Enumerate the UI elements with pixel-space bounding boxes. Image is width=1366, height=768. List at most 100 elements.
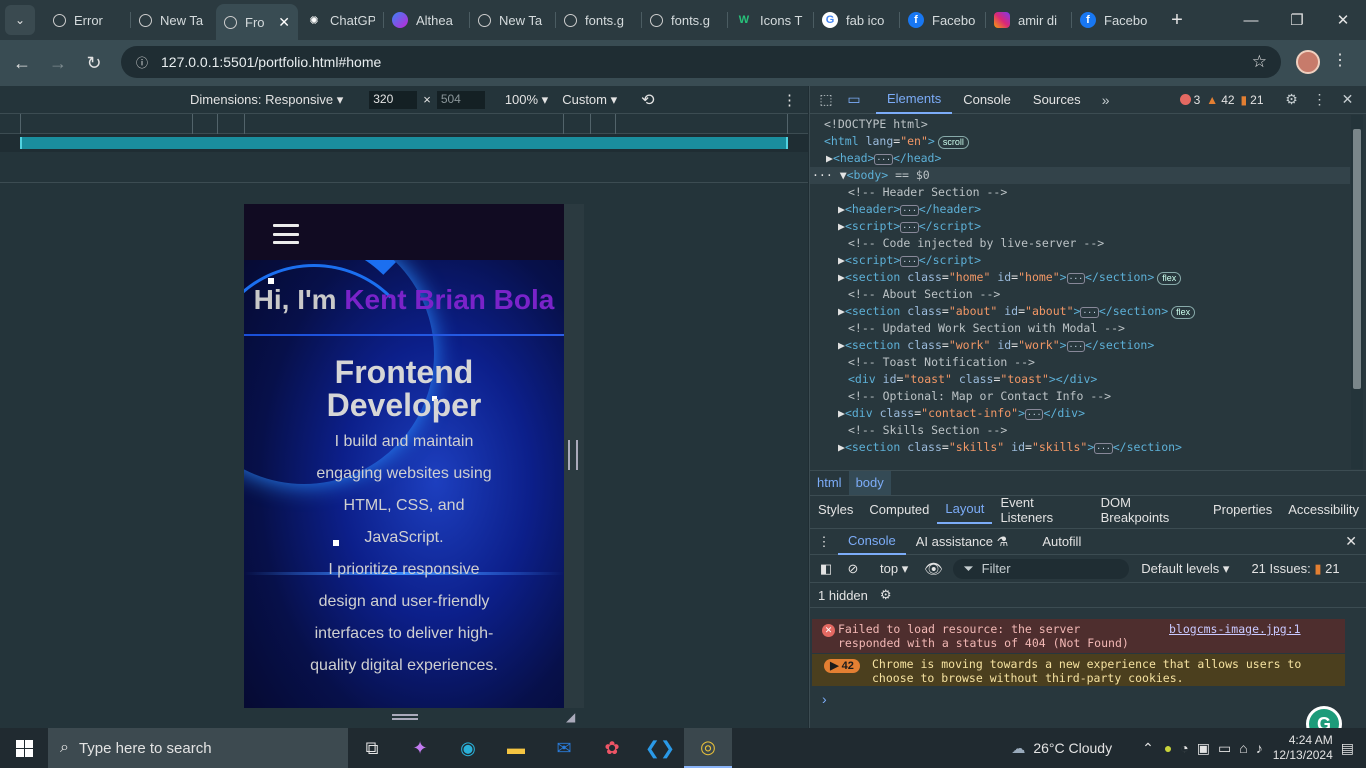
tab-new-tab[interactable]: New Ta (131, 4, 216, 36)
dom-node[interactable]: <!DOCTYPE html> (810, 116, 1350, 133)
notification-icon[interactable]: ▤ (1341, 740, 1354, 757)
dom-node[interactable]: ▶<head> ··· </head> (810, 150, 1350, 167)
width-input[interactable]: 320 (369, 90, 418, 109)
zoom-select[interactable]: 100% ▾ (505, 92, 548, 108)
eye-icon[interactable]: 👁 (924, 560, 943, 578)
media-query-bar[interactable] (20, 137, 788, 149)
dom-node[interactable]: <!-- Code injected by live-server --> (810, 235, 1350, 252)
close-devtools-icon[interactable]: ✕ (1334, 91, 1362, 108)
height-input[interactable]: 504 (436, 90, 485, 109)
dom-node[interactable]: ▶<div class="contact-info"> ··· </div> (810, 405, 1350, 422)
tab-fab-icons[interactable]: Gfab ico (814, 4, 899, 36)
subtab-accessibility[interactable]: Accessibility (1280, 496, 1366, 524)
subtab-dom-breakpoints[interactable]: DOM Breakpoints (1093, 495, 1205, 525)
dom-node-selected[interactable]: ··· ▼<body> == $0 (810, 167, 1350, 184)
error-source-link[interactable]: blogcms-image.jpg:1 (1169, 622, 1301, 636)
forward-button[interactable]: → (40, 45, 76, 81)
chrome-icon[interactable]: ◎ (684, 728, 732, 768)
taskbar-search[interactable]: ⌕ Type here to search (48, 728, 348, 768)
drawer-tab-ai-assistance[interactable]: AI assistance ⚗ (906, 529, 1019, 555)
resize-handle-bottom[interactable] (392, 714, 418, 720)
inspect-icon[interactable]: ⬚ (812, 91, 840, 108)
tab-fonts-1[interactable]: fonts.g (556, 4, 641, 36)
dom-node[interactable]: ▶<header> ··· </header> (810, 201, 1350, 218)
dom-tree-scrollbar[interactable] (1351, 115, 1363, 469)
hamburger-menu-icon[interactable] (273, 224, 299, 244)
context-select[interactable]: top ▾ (880, 561, 908, 577)
dom-node[interactable]: ▶<section class="work" id="work"> ··· </se… (810, 337, 1350, 354)
minimize-button[interactable]: — (1228, 0, 1274, 40)
dom-node[interactable]: ▶<section class="skills" id="skills"> ···… (810, 439, 1350, 456)
volume-icon[interactable]: ♪ (1256, 740, 1263, 756)
resize-handle-right[interactable] (568, 440, 578, 470)
restore-button[interactable]: ❐ (1274, 0, 1320, 40)
tab-facebook-2[interactable]: f Facebo (1072, 4, 1157, 36)
tab-chatgpt[interactable]: ✺ ChatGP (298, 4, 383, 36)
drawer-tab-console[interactable]: Console (838, 529, 906, 555)
tab-active-portfolio[interactable]: Fro ✕ (216, 4, 298, 40)
warning-count-badge[interactable]: ▲ 42 (1206, 93, 1234, 107)
tray-icon[interactable]: ▣ (1197, 740, 1210, 757)
dom-node[interactable]: <!-- Optional: Map or Contact Info --> (810, 388, 1350, 405)
console-prompt[interactable]: › (822, 691, 827, 707)
tab-elements[interactable]: Elements (876, 86, 953, 114)
file-explorer-icon[interactable]: ▬ (492, 728, 540, 768)
dom-node[interactable]: <!-- Header Section --> (810, 184, 1350, 201)
chevron-up-icon[interactable]: ⌃ (1142, 740, 1154, 757)
app-tray-icon[interactable]: ● (1164, 740, 1172, 756)
tab-console[interactable]: Console (952, 86, 1022, 114)
subtab-properties[interactable]: Properties (1205, 496, 1280, 524)
dom-node[interactable]: <div id="toast" class="toast"></div> (810, 371, 1350, 388)
tray-icon[interactable]: ◔ (1180, 740, 1188, 756)
copilot-icon[interactable]: ✦ (396, 728, 444, 768)
resize-handle-corner[interactable]: ◢ (566, 710, 575, 724)
dom-node[interactable]: ▶<section class="about" id="about"> ··· </… (810, 303, 1350, 320)
console-settings-gear-icon[interactable]: ⚙ (880, 587, 892, 603)
console-error-message[interactable]: ✕ Failed to load resource: the server re… (812, 619, 1345, 653)
dom-node[interactable]: ▶<script> ··· </script> (810, 252, 1350, 269)
subtab-styles[interactable]: Styles (810, 496, 861, 524)
network-icon[interactable]: ⌂ (1239, 740, 1247, 756)
profile-avatar[interactable] (1296, 50, 1320, 74)
clock[interactable]: 4:24 AM 12/13/2024 (1273, 733, 1333, 763)
dom-node[interactable]: <!-- Updated Work Section with Modal --> (810, 320, 1350, 337)
photos-icon[interactable]: ✿ (588, 728, 636, 768)
settings-gear-icon[interactable]: ⚙ (1278, 91, 1306, 108)
dom-node[interactable]: <html lang="en"> scroll (810, 133, 1350, 150)
subtab-computed[interactable]: Computed (861, 496, 937, 524)
url-text[interactable]: 127.0.0.1:5501/portfolio.html#home (161, 54, 381, 70)
close-drawer-icon[interactable]: ✕ (1345, 533, 1357, 550)
drawer-menu-icon[interactable]: ⋮ (810, 534, 838, 550)
issues-link[interactable]: 21 Issues: ▮ 21 (1251, 561, 1339, 577)
crumb-body[interactable]: body (848, 470, 891, 495)
tab-facebook-1[interactable]: f Facebo (900, 4, 985, 36)
reload-button[interactable]: ↻ (76, 45, 112, 81)
outlook-icon[interactable]: ✉ (540, 728, 588, 768)
tab-althea[interactable]: Althea (384, 4, 469, 36)
clear-console-icon[interactable]: ⊘ (842, 561, 864, 577)
tab-search-button[interactable]: ⌄ (5, 5, 35, 35)
sidebar-toggle-icon[interactable]: ◧ (810, 561, 842, 577)
device-toolbar-more-icon[interactable]: ⋮ (782, 91, 797, 109)
back-button[interactable]: ← (4, 45, 40, 81)
dom-node[interactable]: ▶<section class="home" id="home"> ··· </se… (810, 269, 1350, 286)
throttle-select[interactable]: Custom ▾ (562, 92, 617, 108)
weather-text[interactable]: 26°C Cloudy (1033, 740, 1112, 756)
vscode-icon[interactable]: ❮❯ (636, 728, 684, 768)
dom-node[interactable]: <!-- About Section --> (810, 286, 1350, 303)
dom-node[interactable]: <!-- Skills Section --> (810, 422, 1350, 439)
subtab-event-listeners[interactable]: Event Listeners (992, 495, 1092, 525)
log-levels-select[interactable]: Default levels ▾ (1141, 561, 1229, 577)
task-view-icon[interactable]: ⧉ (348, 728, 396, 768)
tab-new-tab-2[interactable]: New Ta (470, 4, 555, 36)
dom-node[interactable]: ▶<script> ··· </script> (810, 218, 1350, 235)
start-button[interactable] (0, 728, 48, 768)
more-tabs-icon[interactable]: » (1092, 92, 1120, 108)
dimensions-select[interactable]: Dimensions: Responsive ▾ (190, 92, 343, 108)
bookmark-star-icon[interactable]: ☆ (1252, 52, 1267, 72)
crumb-html[interactable]: html (810, 471, 849, 495)
close-tab-icon[interactable]: ✕ (278, 14, 290, 31)
subtab-layout[interactable]: Layout (937, 496, 993, 524)
tab-fonts-2[interactable]: fonts.g (642, 4, 727, 36)
rotate-icon[interactable]: ⟲ (641, 90, 654, 110)
